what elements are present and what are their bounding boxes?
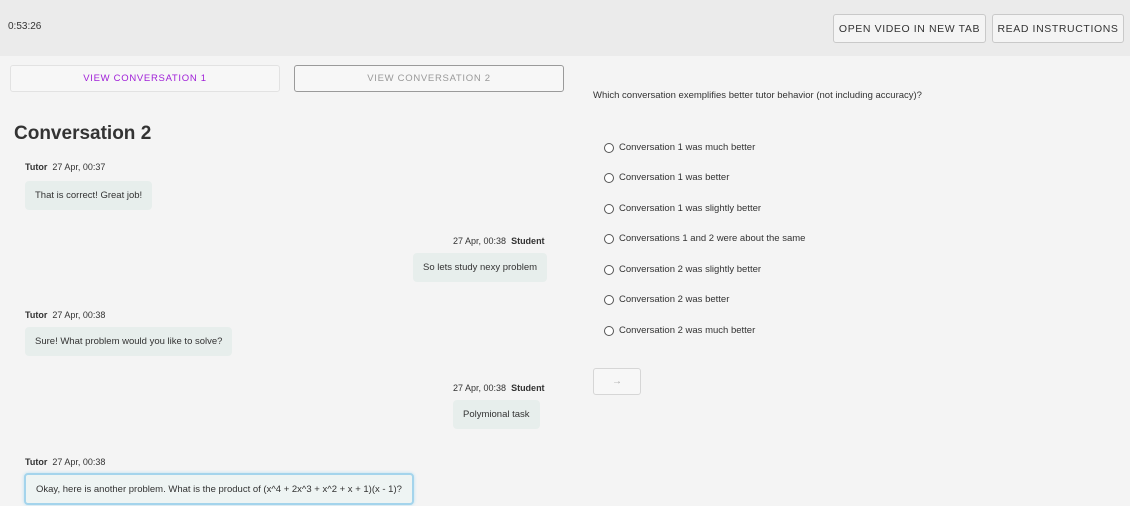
option-about-same[interactable]: Conversations 1 and 2 were about the sam…: [604, 233, 805, 244]
option-conv2-better[interactable]: Conversation 2 was better: [604, 294, 729, 305]
radio-button[interactable]: [604, 172, 614, 183]
message-meta: Tutor 27 Apr, 00:37: [25, 162, 105, 172]
option-conv1-slightly-better[interactable]: Conversation 1 was slightly better: [604, 203, 761, 214]
survey-question: Which conversation exemplifies better tu…: [593, 90, 922, 101]
message-time: 27 Apr, 00:38: [52, 457, 106, 467]
option-conv2-slightly-better[interactable]: Conversation 2 was slightly better: [604, 264, 761, 275]
read-instructions-button[interactable]: READ INSTRUCTIONS: [992, 14, 1124, 43]
message-meta: 27 Apr, 00:38 Student: [453, 383, 545, 393]
message-time: 27 Apr, 00:37: [52, 162, 106, 172]
radio-button[interactable]: [604, 264, 614, 275]
option-conv2-much-better[interactable]: Conversation 2 was much better: [604, 325, 755, 336]
radio-button[interactable]: [604, 294, 614, 305]
option-label: Conversation 2 was much better: [619, 325, 756, 336]
message-sender: Student: [511, 236, 545, 246]
message-time: 27 Apr, 00:38: [453, 383, 507, 393]
tutor-message-bubble: Sure! What problem would you like to sol…: [25, 327, 233, 356]
message-sender: Tutor: [25, 162, 48, 172]
conversation-title: Conversation 2: [14, 123, 152, 144]
message-sender: Student: [511, 383, 545, 393]
message-time: 27 Apr, 00:38: [52, 310, 106, 320]
radio-button[interactable]: [604, 203, 614, 214]
option-conv1-better[interactable]: Conversation 1 was better: [604, 172, 729, 183]
radio-button[interactable]: [604, 142, 614, 153]
option-label: Conversation 1 was better: [619, 172, 730, 183]
next-button[interactable]: →: [593, 368, 641, 395]
student-message-bubble: Polymional task: [453, 400, 540, 429]
tutor-message-bubble: Okay, here is another problem. What is t…: [24, 473, 414, 505]
option-label: Conversation 1 was slightly better: [619, 203, 762, 214]
open-video-button[interactable]: OPEN VIDEO IN NEW TAB: [833, 14, 986, 43]
view-conversation-1-button[interactable]: VIEW CONVERSATION 1: [10, 65, 280, 92]
timer: 0:53:26: [8, 21, 42, 32]
option-label: Conversation 2 was slightly better: [619, 264, 762, 275]
option-label: Conversation 2 was better: [619, 294, 730, 305]
option-label: Conversation 1 was much better: [619, 142, 756, 153]
message-time: 27 Apr, 00:38: [453, 236, 507, 246]
top-bar: 0:53:26 OPEN VIDEO IN NEW TAB READ INSTR…: [0, 0, 1130, 56]
message-sender: Tutor: [25, 457, 48, 467]
view-conversation-2-button[interactable]: VIEW CONVERSATION 2: [294, 65, 564, 92]
radio-button[interactable]: [604, 233, 614, 244]
message-meta: Tutor 27 Apr, 00:38: [25, 457, 105, 467]
message-meta: 27 Apr, 00:38 Student: [453, 236, 545, 246]
student-message-bubble: So lets study nexy problem: [413, 253, 548, 282]
tutor-message-bubble: That is correct! Great job!: [25, 181, 153, 210]
option-conv1-much-better[interactable]: Conversation 1 was much better: [604, 142, 755, 153]
option-label: Conversations 1 and 2 were about the sam…: [619, 233, 806, 244]
message-sender: Tutor: [25, 310, 48, 320]
main-area: VIEW CONVERSATION 1 VIEW CONVERSATION 2 …: [0, 56, 1130, 506]
message-meta: Tutor 27 Apr, 00:38: [25, 310, 105, 320]
radio-button[interactable]: [604, 325, 614, 336]
